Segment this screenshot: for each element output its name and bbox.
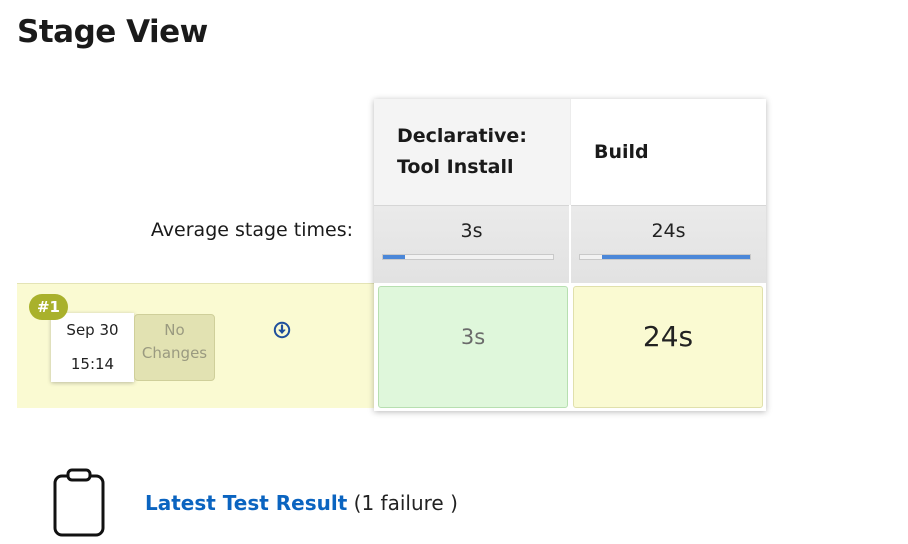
average-time-bar	[382, 254, 554, 260]
stage-view-table: Declarative: Tool Install Build 3s 24s 3…	[374, 99, 766, 411]
test-result-summary: (1 failure )	[353, 491, 458, 515]
stage-header-declarative-tool-install: Declarative: Tool Install	[374, 99, 570, 205]
average-time-bar-fill	[383, 255, 405, 259]
no-changes-box: No Changes	[134, 314, 215, 381]
average-time-bar	[579, 254, 751, 260]
average-time-bar-fill	[602, 255, 750, 259]
stage-result-build[interactable]: 24s	[573, 286, 763, 408]
clipboard-icon	[53, 468, 105, 537]
stage-header-label: Build	[594, 140, 649, 163]
test-result-line: Latest Test Result (1 failure )	[145, 491, 458, 515]
average-time-value: 3s	[460, 220, 483, 242]
average-time-cell-build: 24s	[571, 205, 766, 283]
stage-header-label: Declarative: Tool Install	[397, 125, 527, 178]
circle-arrow-down-icon[interactable]	[273, 321, 291, 339]
changes-line-1: No	[164, 321, 185, 339]
average-time-value: 24s	[651, 220, 686, 242]
page-title: Stage View	[17, 14, 208, 50]
build-time: 15:14	[70, 355, 115, 373]
stage-header-build: Build	[570, 99, 766, 205]
latest-test-result-link[interactable]: Latest Test Result	[145, 491, 347, 515]
build-date: Sep 30	[66, 321, 119, 339]
average-time-cell-tool-install: 3s	[374, 205, 569, 283]
changes-line-2: Changes	[141, 344, 208, 362]
average-stage-times-label: Average stage times:	[150, 219, 353, 241]
build-date-card[interactable]: Sep 30 15:14	[51, 313, 134, 382]
stage-result-tool-install[interactable]: 3s	[378, 286, 568, 408]
build-number-badge[interactable]: #1	[29, 294, 68, 320]
